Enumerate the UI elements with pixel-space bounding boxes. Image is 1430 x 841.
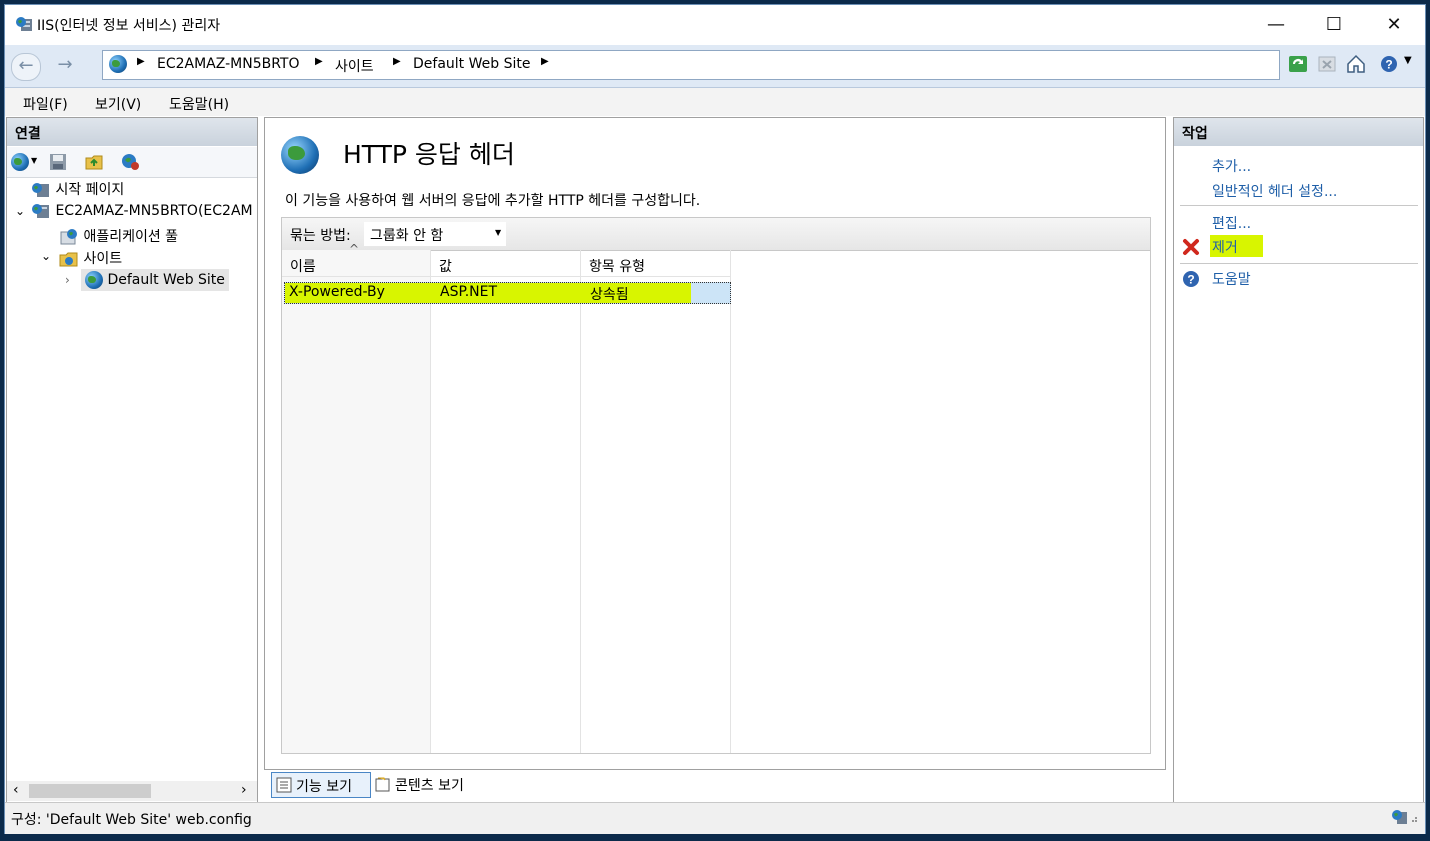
tree-item-sites[interactable]: 사이트: [59, 248, 122, 268]
navigation-bar: ← → ▶ EC2AMAZ-MN5BRTO ▶ 사이트 ▶ Default We…: [5, 45, 1425, 88]
tab-content-view[interactable]: 콘텐츠 보기: [373, 772, 481, 796]
svg-text:?: ?: [1385, 58, 1392, 72]
breadcrumb-separator[interactable]: ▶: [393, 56, 401, 67]
menu-file[interactable]: 파일(F): [23, 94, 68, 114]
disconnect-icon[interactable]: [121, 153, 141, 171]
forward-button[interactable]: →: [51, 53, 79, 79]
cell-header-value: ASP.NET: [440, 284, 498, 300]
horizontal-scrollbar[interactable]: ‹ ›: [7, 781, 257, 801]
save-icon[interactable]: [49, 153, 67, 171]
scroll-left-icon[interactable]: ‹: [13, 782, 19, 798]
chevron-down-icon[interactable]: ⌄: [41, 249, 51, 263]
features-view-icon: [276, 777, 292, 793]
chevron-down-icon[interactable]: ▼: [1404, 55, 1412, 66]
svg-text:?: ?: [1187, 273, 1194, 287]
connections-header: 연결: [7, 118, 257, 146]
page-description: 이 기능을 사용하여 웹 서버의 응답에 추가할 HTTP 헤더를 구성합니다.: [285, 193, 701, 209]
back-button[interactable]: ←: [11, 53, 41, 81]
server-status-icon: [1392, 810, 1417, 824]
breadcrumb-default-web-site[interactable]: Default Web Site: [413, 56, 530, 72]
action-add[interactable]: 추가...: [1212, 156, 1251, 176]
column-header-name[interactable]: 이름: [290, 256, 316, 276]
table-row[interactable]: X-Powered-By ASP.NET 상속됨: [284, 282, 731, 304]
breadcrumb-separator[interactable]: ▶: [541, 56, 549, 67]
chevron-down-icon[interactable]: ▼: [31, 156, 37, 165]
breadcrumb-sites[interactable]: 사이트: [335, 56, 374, 76]
home-icon[interactable]: [1345, 53, 1367, 75]
headers-list: 묶는 방법: 그룹화 안 함 ▼ ^ 이름 값 항목 유형 X-Powered-…: [281, 217, 1151, 754]
connect-globe-icon[interactable]: [11, 153, 29, 171]
breadcrumb-server[interactable]: EC2AMAZ-MN5BRTO: [157, 56, 300, 72]
app-pool-icon: [60, 229, 77, 245]
column-header-value[interactable]: 값: [439, 256, 452, 276]
globe-icon: [85, 271, 103, 289]
breadcrumb-separator[interactable]: ▶: [315, 56, 323, 67]
cell-header-name: X-Powered-By: [289, 284, 385, 300]
action-common-headers[interactable]: 일반적인 헤더 설정...: [1212, 181, 1337, 201]
close-button[interactable]: ✕: [1365, 5, 1423, 45]
chevron-down-icon[interactable]: ▼: [495, 228, 501, 237]
status-text: 구성: 'Default Web Site' web.config: [11, 812, 252, 828]
window-title: IIS(인터넷 정보 서비스) 관리자: [37, 18, 221, 34]
address-bar[interactable]: ▶ EC2AMAZ-MN5BRTO ▶ 사이트 ▶ Default Web Si…: [102, 50, 1280, 80]
start-page-icon: [32, 183, 49, 197]
column-type: [581, 250, 731, 753]
connections-toolbar: ▼: [7, 147, 257, 178]
refresh-icon[interactable]: [1287, 53, 1309, 75]
action-remove[interactable]: 제거: [1212, 237, 1238, 257]
chevron-down-icon[interactable]: ⌄: [15, 204, 25, 218]
tree-item-server[interactable]: EC2AMAZ-MN5BRTO(EC2AM: [31, 203, 253, 219]
tab-features-view[interactable]: 기능 보기: [271, 772, 371, 798]
up-folder-icon[interactable]: [85, 153, 103, 171]
connections-panel: 연결 ▼ 시작 페이지 ⌄ EC2AMAZ-MN5BRTO(EC2AM 애플리케…: [6, 117, 258, 804]
action-help[interactable]: 도움말: [1212, 269, 1251, 289]
http-response-headers-icon: [281, 136, 319, 174]
content-view-icon: [375, 777, 390, 792]
status-bar: 구성: 'Default Web Site' web.config: [5, 802, 1425, 834]
remove-icon: [1183, 239, 1199, 255]
scroll-right-icon[interactable]: ›: [241, 782, 247, 798]
column-value: [431, 250, 581, 753]
title-bar: IIS(인터넷 정보 서비스) 관리자 — ☐ ✕: [5, 5, 1425, 45]
scrollbar-thumb[interactable]: [29, 784, 151, 798]
chevron-right-icon[interactable]: ›: [65, 273, 70, 287]
minimize-button[interactable]: —: [1247, 5, 1305, 45]
divider: [1180, 205, 1418, 206]
actions-panel: 작업 추가... 일반적인 헤더 설정... 편집... 제거 ? 도움말: [1173, 117, 1424, 804]
iis-app-icon: [16, 17, 32, 31]
breadcrumb-separator: ▶: [137, 56, 145, 67]
sites-folder-icon: [59, 252, 78, 267]
server-icon: [32, 204, 49, 218]
sort-ascending-icon: ^: [349, 242, 360, 256]
group-by-label: 묶는 방법:: [290, 228, 351, 244]
menu-view[interactable]: 보기(V): [95, 94, 141, 114]
actions-header: 작업: [1174, 118, 1423, 146]
action-edit[interactable]: 편집...: [1212, 213, 1251, 233]
column-name: [282, 250, 431, 753]
cell-header-type: 상속됨: [590, 287, 629, 303]
menu-help[interactable]: 도움말(H): [169, 94, 229, 114]
column-header-type[interactable]: 항목 유형: [589, 256, 645, 276]
divider: [1180, 263, 1418, 264]
stop-icon[interactable]: [1316, 53, 1338, 75]
help-icon: ?: [1183, 271, 1199, 287]
menu-bar: 파일(F) 보기(V) 도움말(H): [5, 88, 1425, 116]
globe-icon: [109, 55, 127, 73]
tree-item-default-web-site[interactable]: Default Web Site: [81, 269, 229, 291]
iis-manager-window: IIS(인터넷 정보 서비스) 관리자 — ☐ ✕ ← → ▶ EC2AMAZ-…: [4, 4, 1426, 834]
group-by-select[interactable]: 그룹화 안 함 ▼: [364, 222, 506, 246]
feature-panel: HTTP 응답 헤더 이 기능을 사용하여 웹 서버의 응답에 추가할 HTTP…: [264, 117, 1166, 770]
help-dropdown-icon[interactable]: ?: [1379, 53, 1401, 75]
maximize-button[interactable]: ☐: [1305, 5, 1363, 45]
group-by-toolbar: 묶는 방법: 그룹화 안 함 ▼: [282, 218, 1150, 251]
page-title: HTTP 응답 헤더: [343, 140, 515, 169]
tree-item-start-page[interactable]: 시작 페이지: [31, 179, 124, 199]
tree-item-app-pools[interactable]: 애플리케이션 풀: [59, 226, 178, 246]
